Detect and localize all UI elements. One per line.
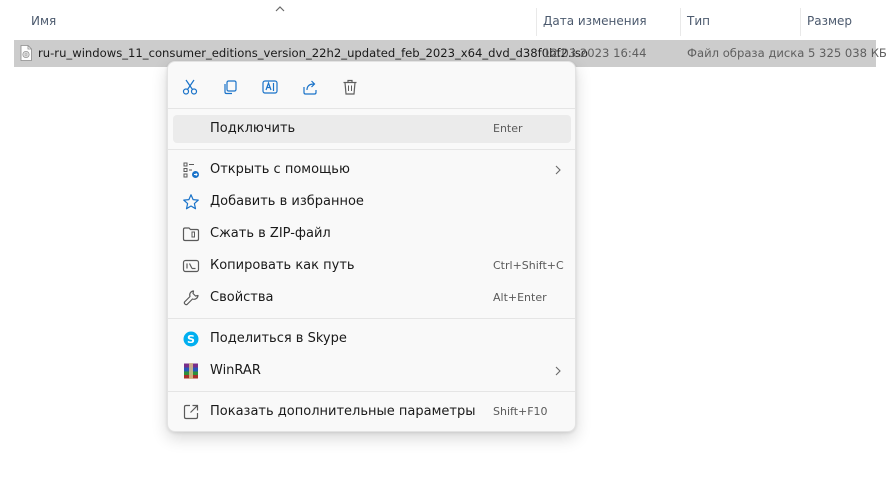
menu-item-label: Подключить [210, 121, 296, 136]
menu-item-shortcut: Alt+Enter [493, 291, 547, 304]
rename-icon [262, 80, 278, 94]
column-divider[interactable] [536, 8, 537, 36]
menu-item-label: Открыть с помощью [210, 162, 350, 177]
share-icon [303, 80, 317, 95]
star-icon [182, 193, 200, 211]
menu-item-compress-zip[interactable]: Сжать в ZIP-файл [173, 220, 571, 248]
wrench-icon [182, 289, 200, 307]
menu-item-open-with[interactable]: Открыть с помощью [173, 156, 571, 184]
menu-item-label: Сжать в ZIP-файл [210, 226, 331, 241]
winrar-icon [182, 362, 200, 380]
menu-item-copy-path[interactable]: Копировать как путь Ctrl+Shift+C [173, 252, 571, 280]
context-menu: Подключить Enter Открыть с помощью Добав… [167, 61, 576, 432]
menu-item-share-skype[interactable]: S Поделиться в Skype [173, 325, 571, 353]
chevron-right-icon [555, 165, 561, 175]
menu-item-label: Добавить в избранное [210, 194, 364, 209]
quick-actions-bar [168, 62, 575, 108]
menu-separator [168, 391, 575, 392]
delete-button[interactable] [337, 74, 363, 100]
share-button[interactable] [297, 74, 323, 100]
menu-item-label: Копировать как путь [210, 258, 355, 273]
menu-item-shortcut: Shift+F10 [493, 405, 548, 418]
column-divider[interactable] [800, 8, 801, 36]
file-size: 5 325 038 КБ [808, 46, 887, 60]
sort-ascending-icon[interactable] [275, 5, 285, 13]
column-header: Имя Дата изменения Тип Размер [0, 0, 890, 40]
menu-item-winrar[interactable]: WinRAR [173, 357, 571, 385]
menu-item-shortcut: Ctrl+Shift+C [493, 259, 564, 272]
disc-image-file-icon [20, 45, 32, 61]
menu-item-shortcut: Enter [493, 122, 523, 135]
column-date[interactable]: Дата изменения [543, 14, 647, 28]
menu-separator [168, 149, 575, 150]
menu-item-show-more-options[interactable]: Показать дополнительные параметры Shift+… [173, 398, 571, 426]
chevron-right-icon [555, 366, 561, 376]
skype-icon: S [182, 330, 200, 348]
menu-item-properties[interactable]: Свойства Alt+Enter [173, 284, 571, 312]
copy-button[interactable] [217, 74, 243, 100]
rename-button[interactable] [257, 74, 283, 100]
open-with-icon [182, 161, 200, 179]
menu-item-label: WinRAR [210, 363, 261, 378]
file-type: Файл образа диска [687, 46, 805, 60]
file-name[interactable]: ru-ru_windows_11_consumer_editions_versi… [38, 46, 588, 60]
menu-separator [168, 318, 575, 319]
copy-path-icon [182, 257, 200, 275]
menu-item-label: Показать дополнительные параметры [210, 404, 476, 419]
column-divider[interactable] [680, 8, 681, 36]
column-size[interactable]: Размер [807, 14, 852, 28]
copy-icon [224, 80, 237, 95]
zip-folder-icon [182, 225, 200, 243]
scissors-icon [182, 79, 198, 95]
svg-text:S: S [187, 333, 195, 346]
menu-item-mount[interactable]: Подключить Enter [173, 115, 571, 143]
column-type[interactable]: Тип [687, 14, 710, 28]
trash-icon [343, 79, 357, 95]
menu-item-label: Поделиться в Skype [210, 331, 347, 346]
menu-separator [168, 108, 575, 109]
open-in-new-window-icon [182, 403, 200, 421]
cut-button[interactable] [177, 74, 203, 100]
menu-item-label: Свойства [210, 290, 274, 305]
column-name[interactable]: Имя [31, 14, 56, 28]
menu-item-add-favorites[interactable]: Добавить в избранное [173, 188, 571, 216]
file-date: 12.03.2023 16:44 [543, 46, 647, 60]
